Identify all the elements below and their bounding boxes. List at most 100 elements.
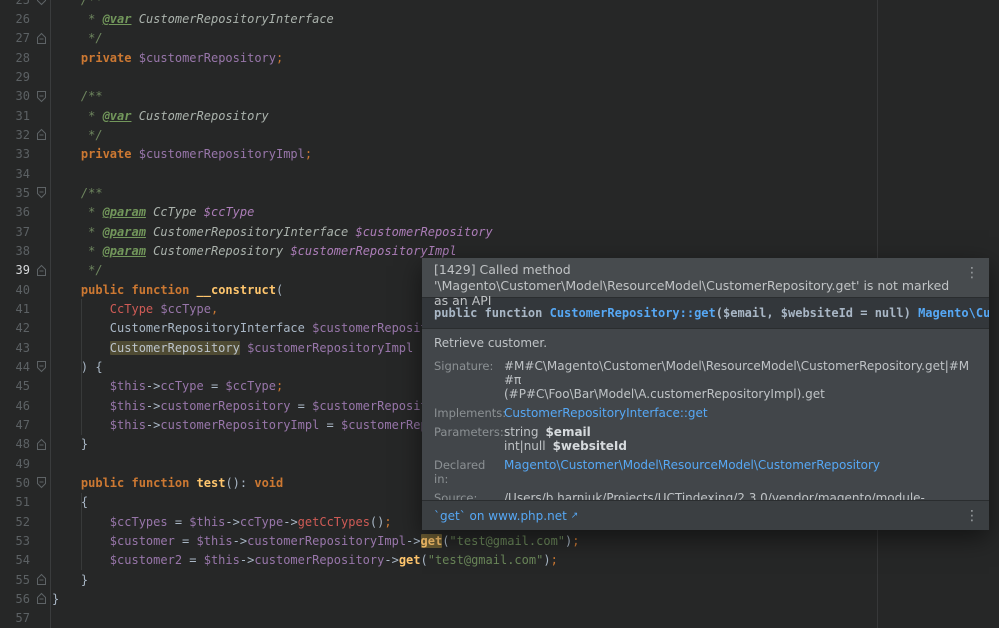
- signature-class-link[interactable]: Magento\Customer\Api\D: [918, 306, 989, 320]
- fold-gutter[interactable]: [30, 125, 52, 144]
- fold-gutter: [30, 241, 52, 260]
- code-line[interactable]: 30 /**: [0, 87, 999, 106]
- line-number: 39: [0, 263, 30, 277]
- fold-collapse-icon[interactable]: [36, 90, 47, 103]
- fold-collapse-icon[interactable]: [36, 476, 47, 489]
- code-text[interactable]: public function test(): void: [52, 476, 283, 490]
- line-number: 31: [0, 109, 30, 123]
- code-text[interactable]: CustomerRepository $customerRepositoryIm…: [52, 341, 413, 355]
- code-text[interactable]: */: [52, 263, 103, 277]
- code-text[interactable]: /**: [52, 186, 103, 200]
- fold-end-icon[interactable]: [36, 573, 47, 586]
- documentation-popup: [1429] Called method '\Magento\Customer\…: [422, 258, 989, 530]
- code-text[interactable]: {: [52, 495, 88, 509]
- code-line[interactable]: 31 * @var CustomerRepository: [0, 106, 999, 125]
- code-line[interactable]: 35 /**: [0, 183, 999, 202]
- doc-info-label: Signature:: [434, 359, 498, 401]
- code-text[interactable]: }: [52, 573, 88, 587]
- code-line[interactable]: 53 $customer = $this->customerRepository…: [0, 531, 999, 550]
- doc-info-value: /Users/b.harniuk/Projects/UCTindexing/2.…: [504, 491, 977, 500]
- doc-description: Retrieve customer.: [434, 336, 977, 350]
- fold-gutter: [30, 609, 52, 628]
- code-text[interactable]: $customer2 = $this->customerRepository->…: [52, 553, 558, 567]
- fold-gutter[interactable]: [30, 0, 52, 9]
- line-number: 41: [0, 302, 30, 316]
- php-net-link[interactable]: `get` on www.php.net: [434, 509, 567, 523]
- code-text[interactable]: */: [52, 128, 103, 142]
- code-text[interactable]: $this->ccType = $ccType;: [52, 379, 283, 393]
- kebab-menu-icon[interactable]: ⋮: [965, 266, 979, 280]
- code-line[interactable]: 36 * @param CcType $ccType: [0, 203, 999, 222]
- code-line[interactable]: 29: [0, 67, 999, 86]
- fold-collapse-icon[interactable]: [36, 186, 47, 199]
- code-line[interactable]: 25 /**: [0, 0, 999, 9]
- fold-gutter: [30, 164, 52, 183]
- code-text[interactable]: $ccTypes = $this->ccType->getCcTypes();: [52, 515, 392, 529]
- code-text[interactable]: * @param CustomerRepositoryInterface $cu…: [52, 225, 493, 239]
- code-text[interactable]: * @param CustomerRepository $customerRep…: [52, 244, 457, 258]
- line-number: 54: [0, 553, 30, 567]
- code-text[interactable]: * @param CcType $ccType: [52, 205, 254, 219]
- code-line[interactable]: 28 private $customerRepository;: [0, 48, 999, 67]
- fold-gutter[interactable]: [30, 87, 52, 106]
- code-text[interactable]: private $customerRepositoryImpl;: [52, 147, 312, 161]
- fold-end-icon[interactable]: [36, 592, 47, 605]
- fold-end-icon[interactable]: [36, 128, 47, 141]
- code-line[interactable]: 33 private $customerRepositoryImpl;: [0, 145, 999, 164]
- fold-end-icon[interactable]: [36, 264, 47, 277]
- code-line[interactable]: 54 $customer2 = $this->customerRepositor…: [0, 551, 999, 570]
- fold-gutter[interactable]: [30, 261, 52, 280]
- signature-class-link[interactable]: CustomerRepository::get: [550, 306, 716, 320]
- code-line[interactable]: 32 */: [0, 125, 999, 144]
- code-line[interactable]: 57: [0, 609, 999, 628]
- code-text[interactable]: */: [52, 31, 103, 45]
- line-number: 30: [0, 89, 30, 103]
- fold-gutter[interactable]: [30, 589, 52, 608]
- doc-reference-link[interactable]: CustomerRepositoryInterface::get: [504, 406, 708, 420]
- inspection-warning-header: [1429] Called method '\Magento\Customer\…: [422, 258, 989, 297]
- fold-end-icon[interactable]: [36, 32, 47, 45]
- fold-gutter: [30, 338, 52, 357]
- code-text[interactable]: * @var CustomerRepositoryInterface: [52, 12, 334, 26]
- fold-gutter[interactable]: [30, 435, 52, 454]
- code-line[interactable]: 56}: [0, 589, 999, 608]
- code-text[interactable]: ) {: [52, 360, 103, 374]
- code-text[interactable]: $customer = $this->customerRepositoryImp…: [52, 534, 579, 548]
- line-number: 32: [0, 128, 30, 142]
- fold-gutter[interactable]: [30, 183, 52, 202]
- fold-collapse-icon[interactable]: [36, 360, 47, 373]
- line-number: 33: [0, 147, 30, 161]
- fold-gutter[interactable]: [30, 357, 52, 376]
- fold-gutter[interactable]: [30, 29, 52, 48]
- fold-gutter: [30, 203, 52, 222]
- line-number: 52: [0, 515, 30, 529]
- fold-end-icon[interactable]: [36, 438, 47, 451]
- code-line[interactable]: 27 */: [0, 29, 999, 48]
- indent-guide: [81, 299, 82, 434]
- code-text[interactable]: /**: [52, 89, 103, 103]
- code-text[interactable]: /**: [52, 0, 103, 7]
- line-number: 51: [0, 495, 30, 509]
- code-line[interactable]: 34: [0, 164, 999, 183]
- doc-info-row: Signature:#M#C\Magento\Customer\Model\Re…: [434, 359, 977, 401]
- code-text[interactable]: }: [52, 592, 59, 606]
- code-line[interactable]: 55 }: [0, 570, 999, 589]
- code-text[interactable]: private $customerRepository;: [52, 51, 283, 65]
- code-text[interactable]: CustomerRepositoryInterface $customerRep…: [52, 321, 457, 335]
- code-text[interactable]: CcType $ccType,: [52, 302, 218, 316]
- fold-collapse-icon[interactable]: [36, 0, 47, 6]
- doc-reference-link[interactable]: Magento\Customer\Model\ResourceModel\Cus…: [504, 458, 880, 472]
- doc-info-label: Declared in:: [434, 458, 498, 486]
- code-text[interactable]: * @var CustomerRepository: [52, 109, 269, 123]
- kebab-menu-icon[interactable]: ⋮: [965, 509, 979, 523]
- doc-info-row: Implements:CustomerRepositoryInterface::…: [434, 406, 977, 420]
- code-text[interactable]: }: [52, 437, 88, 451]
- code-text[interactable]: public function __construct(: [52, 283, 283, 297]
- code-line[interactable]: 37 * @param CustomerRepositoryInterface …: [0, 222, 999, 241]
- fold-gutter[interactable]: [30, 473, 52, 492]
- doc-info-value: string$emailint|null$websiteId: [504, 425, 977, 453]
- code-text[interactable]: $this->customerRepository = $customerRep…: [52, 399, 457, 413]
- code-line[interactable]: 26 * @var CustomerRepositoryInterface: [0, 9, 999, 28]
- fold-gutter[interactable]: [30, 570, 52, 589]
- line-number: 27: [0, 31, 30, 45]
